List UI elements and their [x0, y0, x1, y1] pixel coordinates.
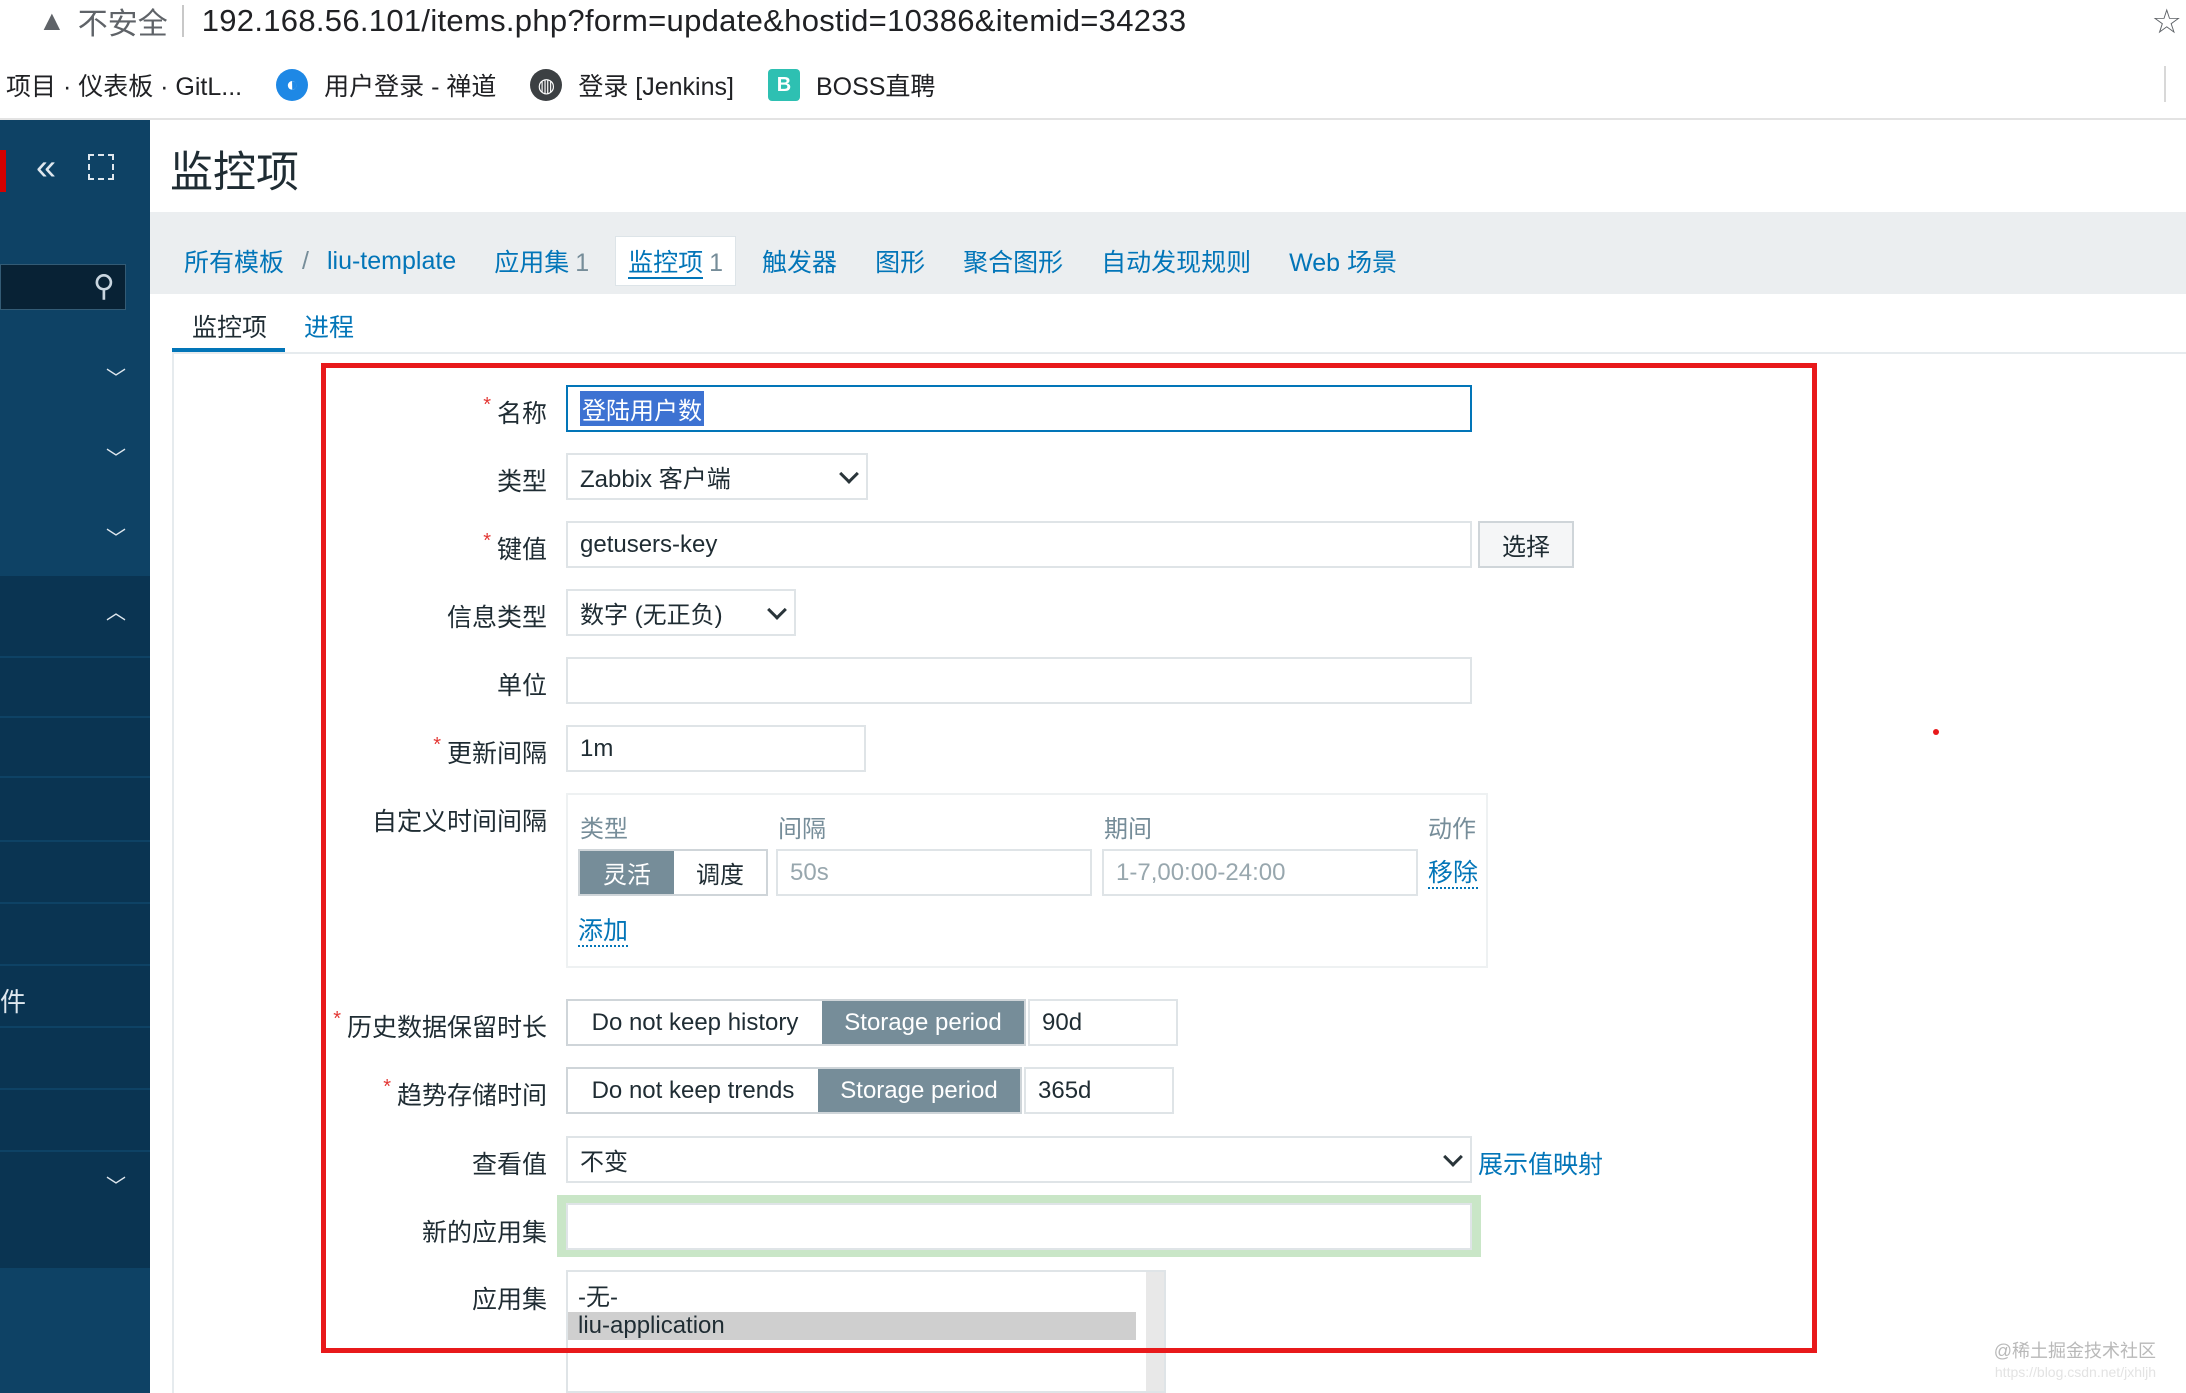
boss-icon: B: [767, 69, 800, 101]
content-border: [172, 354, 174, 1393]
bookmark-star-icon[interactable]: ☆: [2152, 2, 2182, 42]
chevron-down-icon[interactable]: ﹀: [106, 362, 126, 391]
sidebar-subitem[interactable]: [0, 1088, 150, 1090]
header-divider: [0, 118, 2186, 120]
page-title: 监控项: [170, 149, 299, 197]
bookmark-label: 项目 · 仪表板 · GitL...: [6, 73, 243, 101]
chevron-up-icon[interactable]: ︿: [106, 596, 126, 625]
nav-items[interactable]: 监控项 1: [615, 236, 737, 286]
globe-icon: ◍: [530, 69, 563, 101]
breadcrumb-separator: /: [302, 246, 309, 275]
bookmarks-bar: 项目 · 仪表板 · GitL... ◐ 用户登录 - 禅道 ◍ 登录 [Jen…: [0, 62, 2186, 108]
applications-count: 1: [575, 249, 590, 277]
insecure-label[interactable]: 不安全: [78, 0, 168, 43]
form-tabs: 监控项 进程: [172, 296, 2186, 354]
nav-applications[interactable]: 应用集 1: [494, 243, 589, 279]
watermark: @稀土掘金技术社区: [1993, 1341, 2156, 1361]
sidebar-subitem[interactable]: [0, 902, 150, 904]
nav-screens[interactable]: 聚合图形: [963, 243, 1063, 279]
sidebar-subitem[interactable]: [0, 716, 150, 718]
nav-triggers[interactable]: 触发器: [762, 243, 837, 279]
active-tab-indicator: [172, 348, 285, 352]
bookmark-boss[interactable]: B BOSS直聘: [767, 67, 936, 103]
sidebar-subitem[interactable]: [0, 776, 150, 778]
items-count: 1: [709, 249, 724, 277]
sidebar-subitem[interactable]: [0, 1026, 150, 1028]
nav-all-templates[interactable]: 所有模板: [184, 243, 284, 279]
nav-web[interactable]: Web 场景: [1289, 243, 1397, 279]
chevron-down-icon[interactable]: ﹀: [106, 1170, 126, 1199]
sidebar-search-input[interactable]: ⚲: [0, 264, 126, 310]
sidebar: « ⚲ ﹀ ﹀ ﹀ ︿ 件 ﹀: [0, 120, 150, 1393]
sidebar-active-section: ︿ 件: [0, 576, 150, 1268]
kiosk-mode-icon[interactable]: [88, 154, 114, 180]
annotation-dot: [1933, 729, 1939, 735]
tab-item[interactable]: 监控项: [192, 308, 267, 344]
nav-discovery[interactable]: 自动发现规则: [1101, 243, 1251, 279]
annotation-highlight-box: [321, 363, 1817, 1353]
nav-graphs[interactable]: 图形: [875, 243, 925, 279]
nav-template[interactable]: liu-template: [327, 247, 456, 276]
search-icon[interactable]: ⚲: [93, 269, 115, 304]
address-separator: [181, 5, 184, 37]
chevron-down-icon[interactable]: ﹀: [106, 442, 126, 471]
sidebar-subitem[interactable]: [0, 1150, 150, 1152]
tab-process[interactable]: 进程: [304, 308, 354, 344]
bookmark-chandao[interactable]: ◐ 用户登录 - 禅道: [276, 67, 496, 103]
breadcrumb: 所有模板 / liu-template 应用集 1 监控项 1 触发器 图形 聚合图…: [150, 212, 2186, 294]
collapse-sidebar-icon[interactable]: «: [36, 146, 56, 188]
bookmark-label: 登录 [Jenkins]: [578, 73, 734, 101]
chevron-down-icon[interactable]: ﹀: [106, 522, 126, 551]
chandao-icon: ◐: [276, 69, 309, 101]
url-text[interactable]: 192.168.56.101/items.php?form=update&hos…: [202, 3, 1187, 39]
bookmarks-divider: [2164, 66, 2166, 102]
sidebar-subitem[interactable]: [0, 656, 150, 658]
sidebar-subitem[interactable]: [0, 840, 150, 842]
sidebar-subitem[interactable]: [0, 964, 150, 966]
bookmark-label: 用户登录 - 禅道: [324, 73, 497, 101]
sidebar-item-fragment[interactable]: 件: [0, 982, 26, 1019]
warning-icon[interactable]: ▲: [38, 5, 66, 37]
bookmark-jenkins[interactable]: ◍ 登录 [Jenkins]: [530, 67, 734, 103]
logo-fragment: [0, 150, 6, 192]
bookmark-gitlab[interactable]: 项目 · 仪表板 · GitL...: [6, 67, 242, 103]
watermark-url: https://blog.csdn.net/jxhljh: [1994, 1364, 2156, 1380]
bookmark-label: BOSS直聘: [815, 73, 936, 101]
address-bar[interactable]: ▲ 不安全 192.168.56.101/items.php?form=upda…: [0, 0, 2186, 42]
